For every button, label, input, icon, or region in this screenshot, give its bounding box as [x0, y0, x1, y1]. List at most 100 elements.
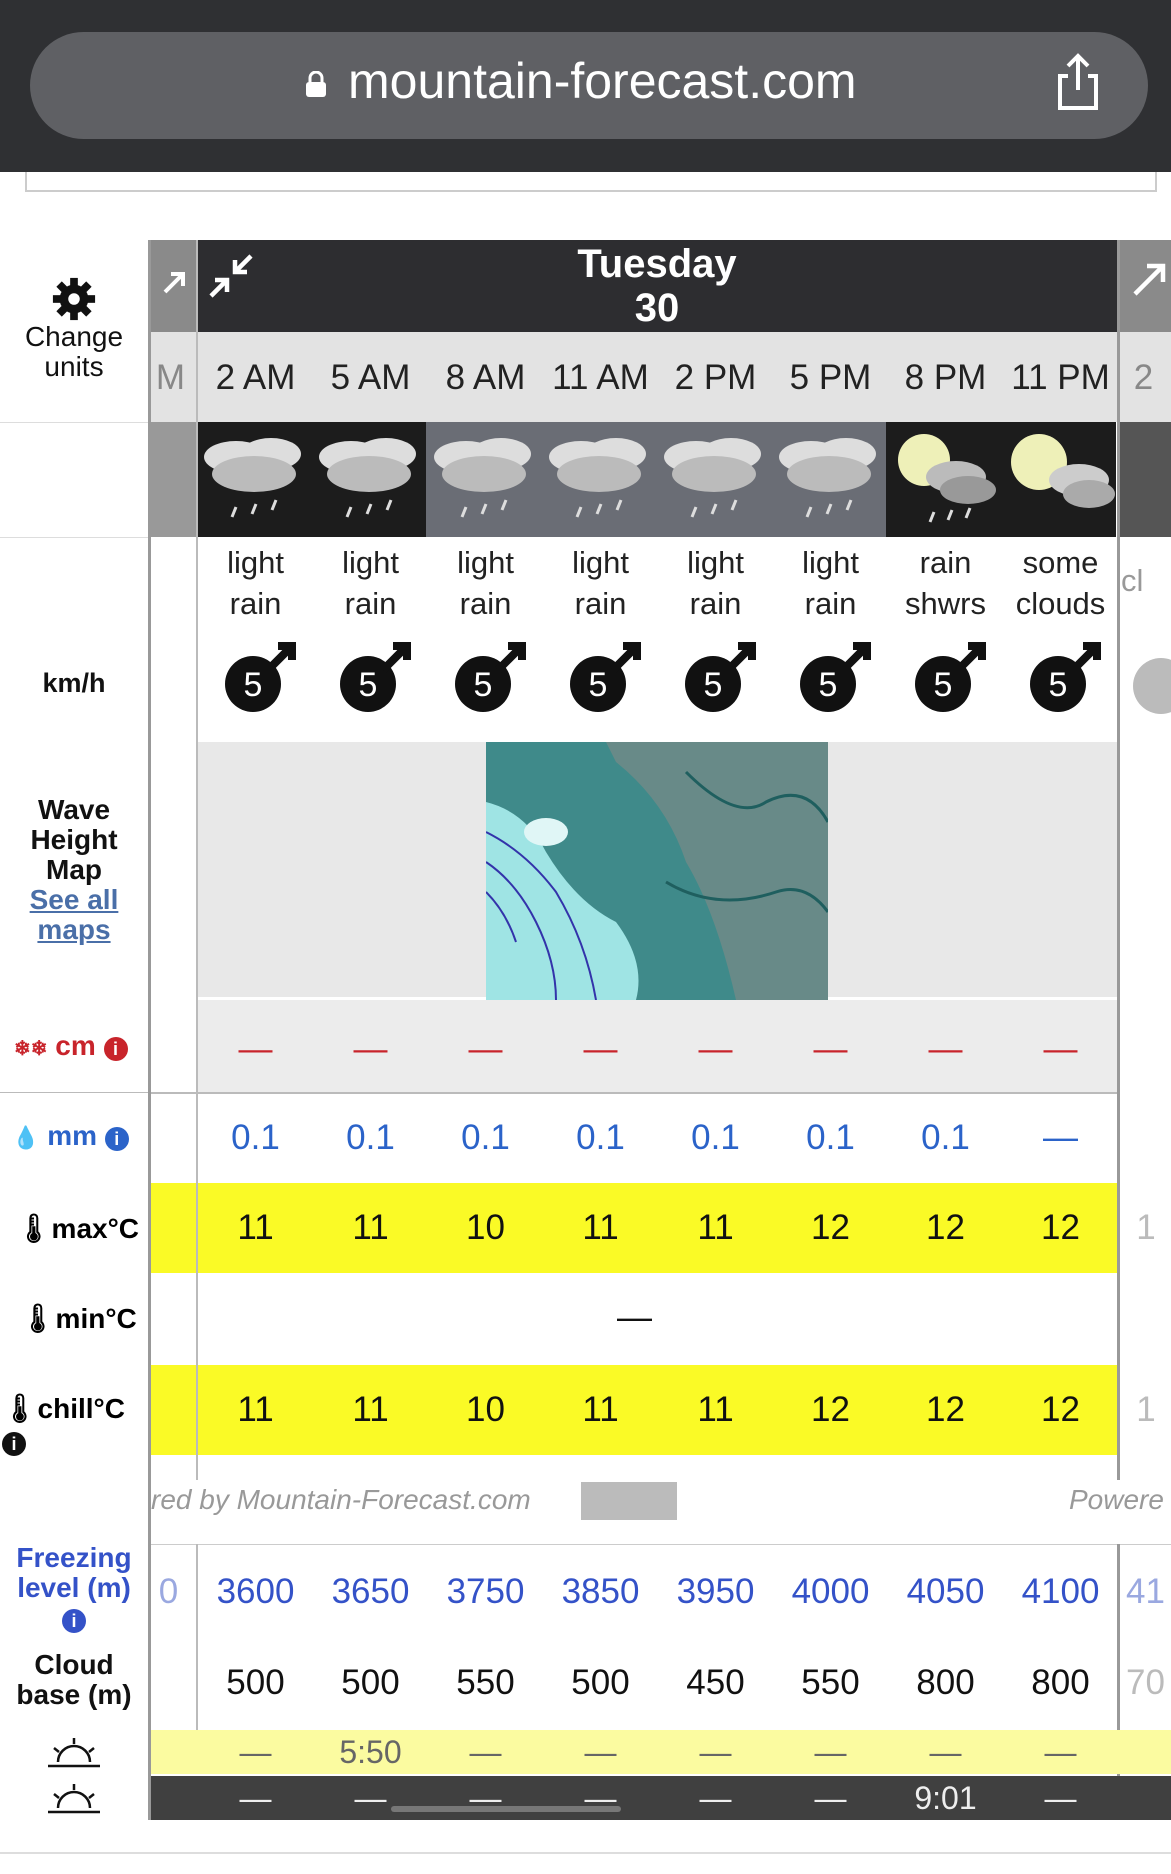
maps-text: maps [37, 914, 111, 945]
wind-speed: 5 [244, 666, 263, 704]
cloud-base-label: Cloud base (m) [0, 1650, 148, 1710]
description-cell: light rain [773, 542, 888, 624]
freezing-cell: 3600 [216, 1572, 295, 1611]
description-cell: light rain [198, 542, 313, 624]
info-icon[interactable]: i [2, 1432, 26, 1456]
see-all-maps-link[interactable]: See all maps [0, 885, 148, 945]
chill-cell: 11 [237, 1390, 274, 1429]
max-temp-text: max°C [51, 1213, 140, 1244]
rain-cell: 0.1 [576, 1118, 625, 1157]
day-name: Tuesday [577, 242, 737, 286]
time-cell: 11 AM [552, 358, 649, 397]
time-cell: 8 PM [904, 358, 987, 397]
sunrise-cell: — [1044, 1734, 1077, 1770]
description-line: rain [229, 586, 282, 621]
freezing-edge: 41 [1126, 1572, 1165, 1611]
info-icon[interactable]: i [103, 1037, 128, 1061]
divider [151, 1092, 1118, 1094]
wind-speed: 5 [1049, 666, 1068, 704]
expand-icon[interactable] [1129, 260, 1169, 300]
description-cell: light rain [658, 542, 773, 624]
snow-cell: — [468, 1030, 503, 1068]
time-cell: 2 PM [674, 358, 757, 397]
cloud-base-cell: 550 [456, 1663, 515, 1702]
see-all-text: See all [29, 884, 119, 915]
cloud-text-1: Cloud [34, 1649, 114, 1680]
info-icon[interactable]: i [104, 1127, 129, 1151]
time-cell: 5 AM [330, 358, 411, 397]
browser-toolbar: mountain-forecast.com [0, 0, 1171, 172]
cloud-base-cell: 500 [571, 1663, 630, 1702]
description-line: light [227, 545, 284, 580]
info-icon[interactable]: i [62, 1609, 86, 1633]
max-temp-label: 🌡max°C [16, 1212, 139, 1245]
max-temp-cell: 10 [466, 1208, 505, 1247]
max-temp-cell: 11 [697, 1208, 734, 1247]
wind-speed: 5 [704, 666, 723, 704]
freezing-cell: 4050 [906, 1572, 985, 1611]
rain-cell: 0.1 [806, 1118, 855, 1157]
share-icon[interactable] [1054, 52, 1102, 112]
collapse-icon[interactable] [207, 252, 255, 300]
change-units-button[interactable]: Change units [0, 322, 148, 382]
wind-arrow-icon: 5 [915, 642, 986, 712]
chill-cell: 12 [926, 1390, 965, 1429]
lock-icon [306, 71, 326, 97]
moon-clouds-icon [1001, 422, 1116, 537]
description-line: rain [574, 586, 627, 621]
freezing-text-1: Freezing [16, 1542, 132, 1573]
rain-cloud-icon [771, 422, 886, 537]
freezing-cell: 3650 [331, 1572, 410, 1611]
snow-cell: — [1043, 1030, 1078, 1068]
cloud-base-cell: 500 [341, 1663, 400, 1702]
divider [0, 422, 148, 423]
wind-arrow-icon: 5 [225, 642, 296, 712]
powered-by-text-edge: Powere [1069, 1484, 1164, 1515]
sunset-cell: — [1044, 1780, 1077, 1816]
wave-height-map[interactable] [486, 742, 828, 1000]
max-temp-cell: 12 [926, 1208, 965, 1247]
description-line: light [572, 545, 629, 580]
description-line: light [687, 545, 744, 580]
sunrise-cell: — [699, 1734, 732, 1770]
divider [151, 1544, 1171, 1545]
freezing-cell: 4100 [1021, 1572, 1100, 1611]
snow-cell: — [928, 1030, 963, 1068]
cloud-base-edge: 70 [1126, 1663, 1165, 1702]
content-frame [25, 172, 1157, 192]
rain-cloud-icon [656, 422, 771, 537]
sunset-icon [48, 1784, 100, 1814]
rain-label: 💧 mm i [12, 1120, 148, 1152]
snow-cell: — [583, 1030, 618, 1068]
units-label: units [44, 351, 104, 382]
chill-cell: 11 [352, 1390, 389, 1429]
gear-icon[interactable] [51, 276, 97, 322]
wind-speed: 5 [934, 666, 953, 704]
sunset-cell: 9:01 [914, 1780, 977, 1816]
freezing-text-2: level (m) [17, 1572, 131, 1603]
description-line: rain [344, 586, 397, 621]
freezing-cell: 4000 [791, 1572, 870, 1611]
snowflake-icon: ❄❄ [14, 1038, 48, 1060]
snow-cell: — [238, 1030, 273, 1068]
min-temp-cell: — [617, 1298, 652, 1337]
max-temp-edge: 1 [1136, 1208, 1156, 1247]
url-text[interactable]: mountain-forecast.com [348, 52, 857, 110]
change-label: Change [24, 321, 124, 352]
scroll-indicator[interactable] [391, 1806, 621, 1812]
description-line: shwrs [905, 586, 986, 621]
description-cell: light rain [313, 542, 428, 624]
wind-arrow-icon: 5 [800, 642, 871, 712]
chill-cell: 11 [697, 1390, 734, 1429]
time-cell: 5 PM [789, 358, 872, 397]
sunrise-cell: — [814, 1734, 847, 1770]
forecast-grid: Tuesday 30 M 2 AM 5 AM 8 AM 11 AM 2 PM 5… [151, 240, 1171, 1820]
powered-by-text: red by Mountain-Forecast.com [151, 1484, 531, 1515]
description-cell: some clouds [1003, 542, 1118, 624]
expand-icon[interactable] [159, 268, 189, 298]
day-number: 30 [634, 286, 680, 330]
rain-unit: mm [47, 1120, 97, 1151]
description-line: rain [459, 586, 512, 621]
column-divider [196, 240, 198, 1480]
snow-cell: — [813, 1030, 848, 1068]
